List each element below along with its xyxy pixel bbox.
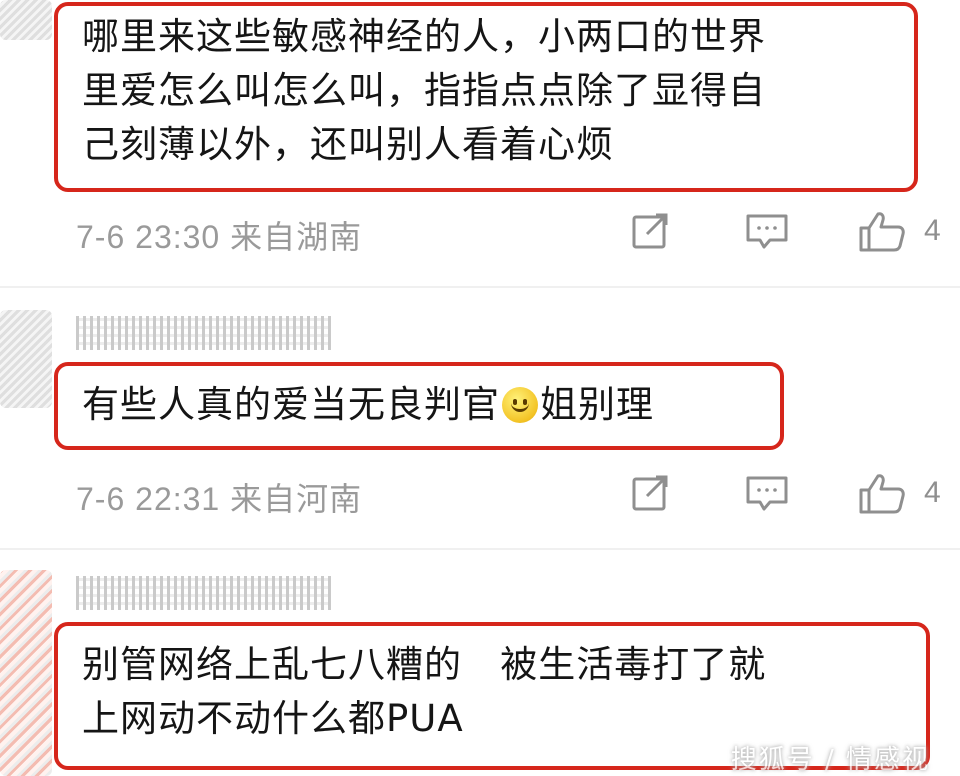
smile-emoji-icon	[502, 387, 538, 423]
share-icon[interactable]	[629, 472, 671, 514]
divider	[0, 286, 960, 288]
avatar[interactable]	[0, 0, 52, 40]
like-icon[interactable]	[857, 210, 907, 254]
comment-meta-row: 7-6 22:31 来自河南 4	[76, 468, 960, 518]
comment-icon[interactable]	[744, 210, 790, 252]
like-count: 4	[924, 476, 941, 509]
watermark: 搜狐号 / 情感视	[730, 745, 930, 775]
timestamp-location: 7-6 22:31 来自河南	[76, 481, 363, 517]
comment-card-2: 有些人真的爱当无良判官 姐别理	[54, 362, 784, 450]
comment-meta-row: 7-6 23:30 来自湖南 4	[76, 206, 960, 256]
timestamp-location: 7-6 23:30 来自湖南	[76, 219, 363, 255]
comment-text: 有些人真的爱当无良判官 姐别理	[58, 366, 780, 430]
username[interactable]	[76, 576, 331, 610]
avatar[interactable]	[0, 310, 52, 408]
comment-text-part: 有些人真的爱当无良判官	[82, 383, 500, 426]
comment-icon[interactable]	[744, 472, 790, 514]
comment-text: 哪里来这些敏感神经的人，小两口的世界 里爱怎么叫怎么叫，指指点点除了显得自 己刻…	[82, 15, 766, 166]
comment-card-1: 哪里来这些敏感神经的人，小两口的世界 里爱怎么叫怎么叫，指指点点除了显得自 己刻…	[54, 2, 918, 192]
avatar[interactable]	[0, 570, 52, 776]
username[interactable]	[76, 316, 331, 350]
share-icon[interactable]	[629, 210, 671, 252]
like-count: 4	[924, 214, 941, 247]
divider	[0, 548, 960, 550]
comment-text: 别管网络上乱七八糟的 被生活毒打了就 上网动不动什么都PUA	[82, 643, 767, 740]
like-icon[interactable]	[857, 472, 907, 516]
comment-text-part: 姐别理	[540, 383, 654, 426]
